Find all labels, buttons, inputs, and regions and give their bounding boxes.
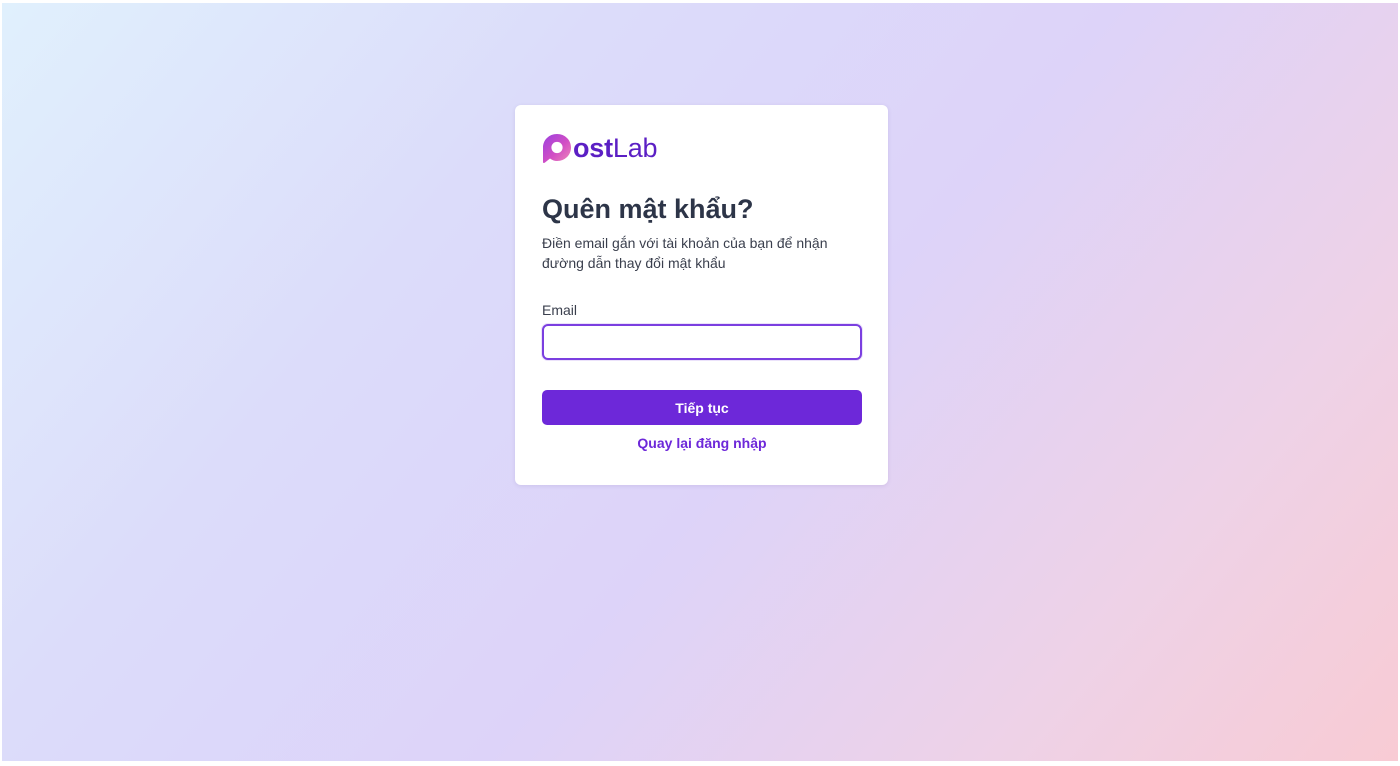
brand-name: ostLab xyxy=(573,132,658,164)
brand-logo: ostLab xyxy=(542,132,862,164)
continue-button[interactable]: Tiếp tục xyxy=(542,390,862,425)
speech-bubble-p-icon xyxy=(543,134,571,164)
brand-name-bold: ost xyxy=(573,133,613,163)
page-title: Quên mật khẩu? xyxy=(542,194,754,224)
email-label: Email xyxy=(542,302,578,318)
back-to-login-link[interactable]: Quay lại đăng nhập xyxy=(542,434,862,452)
forgot-password-card: ostLab Quên mật khẩu? Điền email gắn với… xyxy=(515,105,888,485)
brand-name-light: Lab xyxy=(612,133,658,163)
page-description: Điền email gắn với tài khoản của bạn để … xyxy=(542,235,828,271)
email-field[interactable] xyxy=(542,324,862,360)
